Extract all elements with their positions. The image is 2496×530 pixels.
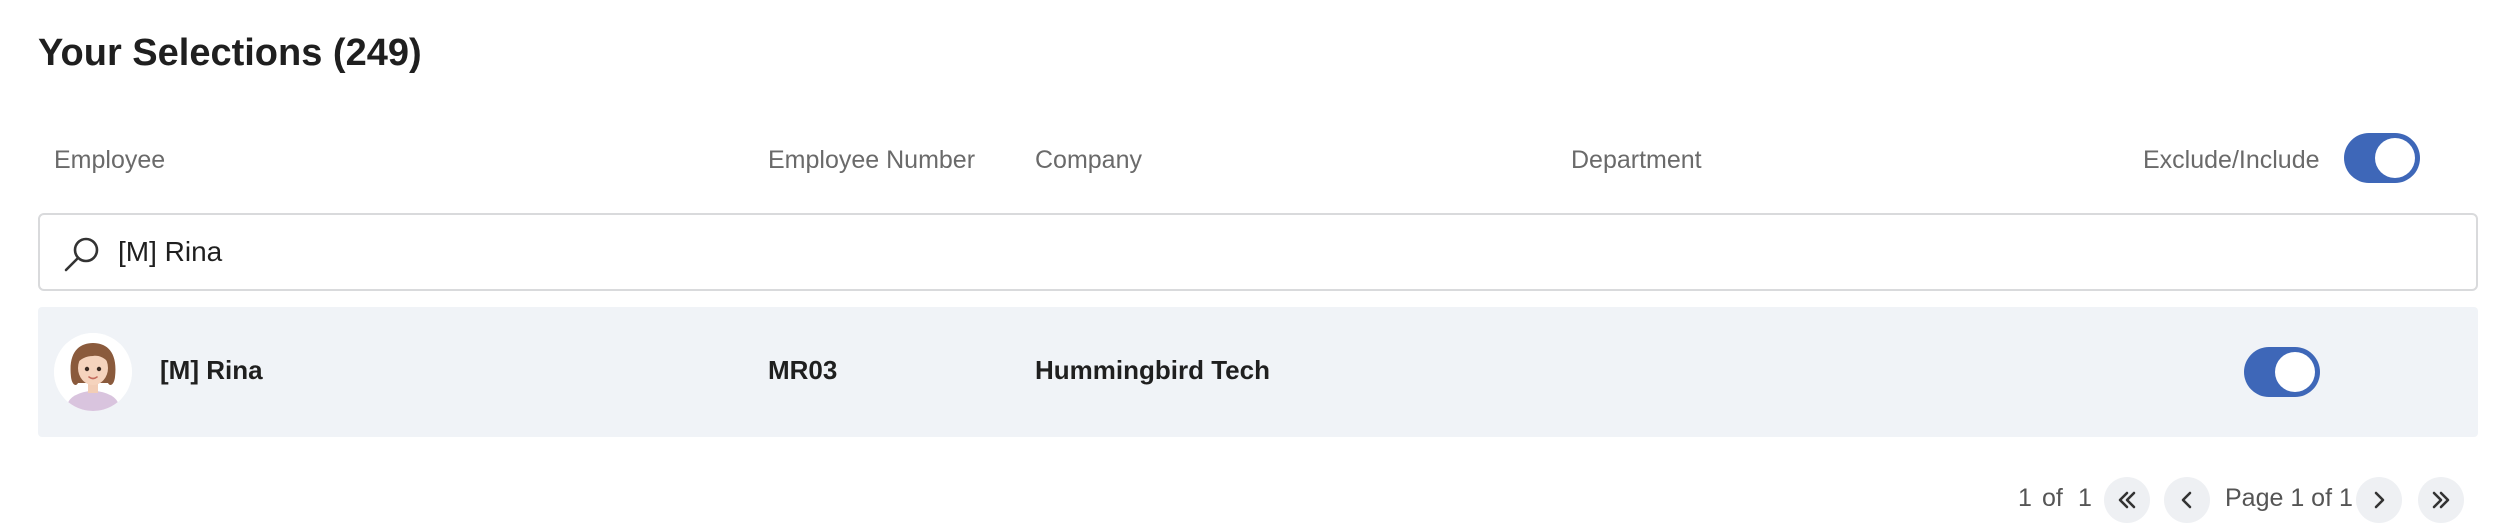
column-header-department: Department xyxy=(1571,146,1702,174)
page-title: Your Selections (249) xyxy=(38,32,422,74)
column-header-employee: Employee xyxy=(54,146,166,174)
first-page-icon xyxy=(2118,491,2136,509)
pagination-total: 1 xyxy=(2078,484,2092,512)
avatar-icon xyxy=(54,333,132,411)
table-row[interactable]: [M] Rina MR03 Hummingbird Tech xyxy=(38,307,2478,437)
search-icon xyxy=(62,235,102,275)
toggle-knob xyxy=(2375,138,2415,178)
exclude-include-all-toggle[interactable] xyxy=(2344,133,2420,183)
last-page-button[interactable] xyxy=(2418,477,2464,523)
prev-page-button[interactable] xyxy=(2164,477,2210,523)
search-input[interactable] xyxy=(118,225,1618,279)
pagination-page-label: Page 1 of 1 xyxy=(2225,484,2353,512)
include-toggle[interactable] xyxy=(2244,347,2320,397)
column-header-employee-number: Employee Number xyxy=(768,146,976,174)
next-page-icon xyxy=(2374,491,2385,509)
employee-name: [M] Rina xyxy=(160,355,263,385)
company-name: Hummingbird Tech xyxy=(1035,355,1270,385)
avatar xyxy=(54,333,132,411)
employee-number: MR03 xyxy=(768,355,838,385)
last-page-icon xyxy=(2432,491,2450,509)
column-header-exclude-include: Exclude/Include xyxy=(2143,146,2320,174)
search-box xyxy=(38,213,2478,291)
pagination-of-label: of xyxy=(2042,484,2063,512)
next-page-button[interactable] xyxy=(2356,477,2402,523)
pagination-current: 1 xyxy=(2018,484,2032,512)
toggle-knob xyxy=(2275,352,2315,392)
column-header-company: Company xyxy=(1035,146,1142,174)
prev-page-icon xyxy=(2181,491,2192,509)
first-page-button[interactable] xyxy=(2104,477,2150,523)
